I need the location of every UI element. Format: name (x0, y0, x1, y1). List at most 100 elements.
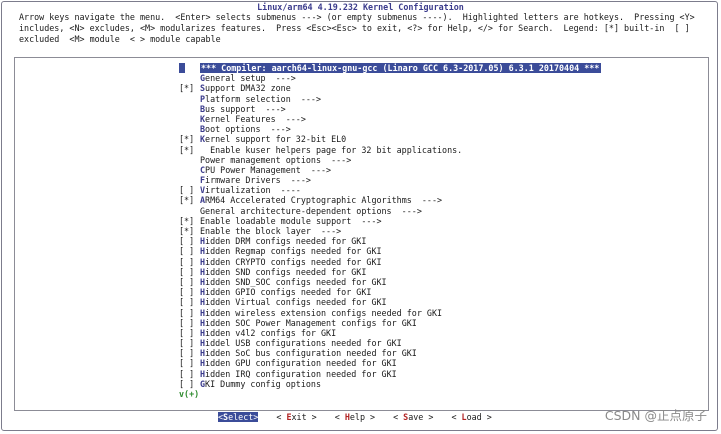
menu-item-label: idden wireless extension configs needed … (205, 307, 443, 318)
menu-item[interactable]: [ ] Hidden Regmap configs needed for GKI (179, 246, 619, 256)
menu-item-label: Enable the block layer ---> (200, 226, 342, 236)
menu-item[interactable]: *** Compiler: aarch64-linux-gnu-gcc (Lin… (179, 63, 619, 74)
button-bracket-left: < (451, 412, 462, 422)
menu-item-label: ernel Features ---> (205, 113, 306, 124)
menu-item-checkbox[interactable]: [ ] (179, 379, 200, 389)
menu-item-label: Enable loadable module support ---> (200, 215, 382, 226)
menu-item[interactable]: [ ] Hidden GPU configuration needed for G… (179, 358, 619, 368)
button-label-rest: elp > (349, 412, 376, 422)
button-bracket-left: < (393, 412, 404, 422)
help-text: Arrow keys navigate the menu. <Enter> se… (19, 12, 695, 44)
menu-item-label: idden Regmap configs needed for GKI (205, 246, 382, 257)
menu-item-checkbox[interactable]: [*] (179, 226, 200, 236)
menu-item[interactable]: Platform selection ---> (179, 94, 619, 104)
menu-item-checkbox (179, 124, 200, 134)
menu-item-checkbox[interactable]: [*] (179, 195, 200, 205)
menu-item[interactable]: [ ] Hiddel USB configurations needed for … (179, 338, 619, 348)
menu-item-label: PU Power Management ---> (205, 164, 332, 175)
menu-item-checkbox[interactable]: [ ] (179, 308, 200, 318)
menu-item-checkbox[interactable]: [ ] (179, 277, 200, 287)
menu-item-label: idden v4l2 configs for GKI (205, 327, 337, 338)
menu-item-label: iddel USB configurations needed for GKI (205, 338, 402, 349)
menu-item-checkbox[interactable]: [ ] (179, 246, 200, 256)
button-label-rest: elect> (228, 412, 259, 422)
menu-item-checkbox[interactable]: [ ] (179, 267, 200, 277)
menu-item[interactable]: [ ] Hidden SOC Power Management configs f… (179, 318, 619, 328)
menu-item[interactable]: [ ] Hidden DRM configs needed for GKI (179, 236, 619, 246)
menu-item[interactable]: [ ] Hidden Virtual configs needed for GKI (179, 297, 619, 307)
menu-item-checkbox[interactable]: [ ] (179, 338, 200, 348)
menu-item[interactable]: [*] Support DMA32 zone (179, 83, 619, 93)
button-label-rest: oad > (466, 412, 492, 422)
button-label-rest: xit > (291, 412, 317, 422)
menu-item[interactable]: [ ] Hidden wireless extension configs nee… (179, 308, 619, 318)
save-button[interactable]: < Save > (393, 412, 433, 422)
menu-item[interactable]: [ ] Hidden v4l2 configs for GKI (179, 328, 619, 338)
menu-item-label: idden SND configs needed for GKI (205, 266, 367, 277)
menu-item-checkbox[interactable]: [ ] (179, 318, 200, 328)
menu-item-label: latform selection ---> (205, 93, 322, 104)
menu-item[interactable]: Firmware Drivers ---> (179, 175, 619, 185)
menu-item[interactable]: Power management options ---> (179, 155, 619, 165)
menu-item-checkbox[interactable]: [ ] (179, 348, 200, 358)
menu-item[interactable]: C PU Power Management ---> (179, 165, 619, 175)
menu-item-checkbox[interactable]: [ ] (179, 257, 200, 267)
button-label-rest: ave > (408, 412, 434, 422)
menu-item-checkbox (179, 206, 200, 216)
more-items-indicator: v(+) (179, 389, 200, 399)
menu-item-label: General architecture-dependent options -… (200, 205, 422, 216)
menu-item-label: us support ---> (205, 103, 286, 114)
menu-item-checkbox[interactable]: [ ] (179, 297, 200, 307)
exit-button[interactable]: < Exit > (276, 412, 316, 422)
menu-item-checkbox[interactable]: [*] (179, 134, 200, 144)
select-button[interactable]: <Select> (218, 412, 259, 422)
menu-item[interactable]: [ ] Virtualization ---- (179, 185, 619, 195)
menu-item-checkbox[interactable]: [ ] (179, 185, 200, 195)
menu-item[interactable]: [*] Enable the block layer ---> (179, 226, 619, 236)
menu-item-label: ernel support for 32-bit EL0 (205, 134, 347, 145)
menu-item[interactable]: [*] A RM64 Accelerated Cryptographic Algor… (179, 195, 619, 205)
load-button[interactable]: < Load > (451, 412, 491, 422)
menu-item[interactable]: [ ] Hidden CRYPTO configs needed for GKI (179, 257, 619, 267)
menu-item-checkbox[interactable]: [ ] (179, 287, 200, 297)
menu-item[interactable]: [*] Enable kuser helpers page for 32 bit… (179, 145, 619, 155)
selection-cursor (179, 63, 185, 73)
menu-item[interactable]: [*] Kernel support for 32-bit EL0 (179, 134, 619, 144)
menu-item[interactable]: [ ] Hidden GPIO configs needed for GKI (179, 287, 619, 297)
menu-item[interactable]: General setup ---> (179, 73, 619, 83)
menu-item-checkbox[interactable]: [ ] (179, 328, 200, 338)
menu-item-label: idden SOC Power Management configs for G… (205, 317, 417, 328)
menu-item-checkbox (179, 175, 200, 185)
menu-item-checkbox (179, 73, 200, 83)
menu-item[interactable]: [ ] G KI Dummy config options (179, 379, 619, 389)
menu-item-checkbox[interactable]: [ ] (179, 358, 200, 368)
menu-item[interactable]: Bus support ---> (179, 104, 619, 114)
button-bracket-left: < (334, 412, 345, 422)
menu-item[interactable]: [ ] Hidden IRQ configuration needed for G… (179, 369, 619, 379)
menu-item[interactable]: General architecture-dependent options -… (179, 206, 619, 216)
menu-item-checkbox[interactable]: [ ] (179, 236, 200, 246)
menu-item-checkbox[interactable]: [*] (179, 216, 200, 226)
menu-item[interactable]: Kernel Features ---> (179, 114, 619, 124)
menu-item[interactable]: Boot options ---> (179, 124, 619, 134)
menu-item-checkbox (179, 94, 200, 104)
menu-item[interactable]: [*] Enable loadable module support ---> (179, 216, 619, 226)
menu-item[interactable]: [ ] Hidden SND_SOC configs needed for GKI (179, 277, 619, 287)
menu-item[interactable]: [ ] Hidden SND configs needed for GKI (179, 267, 619, 277)
menu-item-checkbox[interactable]: [ ] (179, 369, 200, 379)
menu-item-label: idden GPU configuration needed for GKI (205, 358, 397, 369)
menu-item-label: RM64 Accelerated Cryptographic Algorithm… (205, 195, 443, 206)
menu-item-checkbox (179, 114, 200, 124)
menu-item-label: eneral setup ---> (205, 73, 296, 84)
menu-item-label: idden DRM configs needed for GKI (205, 236, 367, 247)
menu-item-label: idden GPIO configs needed for GKI (205, 287, 372, 298)
menu-item-checkbox (179, 155, 200, 165)
menu-item-checkbox[interactable]: [*] (179, 83, 200, 93)
help-button[interactable]: < Help > (335, 412, 375, 422)
menu-item-checkbox[interactable]: [*] (179, 145, 200, 155)
menu-item[interactable]: [ ] Hidden SoC bus configuration needed f… (179, 348, 619, 358)
menu-item-label: irtualization ---- (205, 185, 301, 196)
menu-list: *** Compiler: aarch64-linux-gnu-gcc (Lin… (179, 63, 619, 399)
menu-item-label: Power management options ---> (200, 154, 352, 165)
menu-item-label: idden SoC bus configuration needed for G… (205, 348, 417, 359)
